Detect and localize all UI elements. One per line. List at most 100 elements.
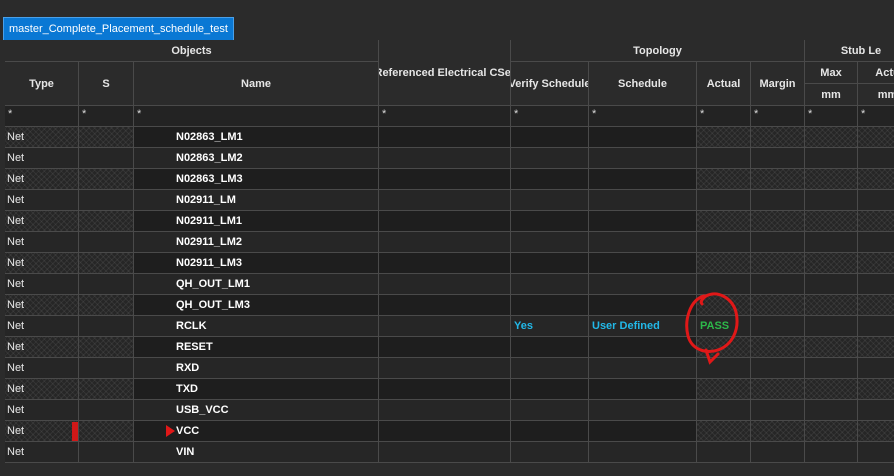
column-header-s[interactable]: S — [79, 62, 134, 106]
cell-actual[interactable] — [697, 400, 751, 421]
cell-s[interactable] — [79, 232, 134, 253]
cell-type[interactable]: Net — [5, 400, 79, 421]
cell-verify[interactable] — [511, 211, 589, 232]
cell-max[interactable] — [805, 442, 858, 463]
cell-margin[interactable] — [751, 190, 805, 211]
cell-actual[interactable] — [697, 148, 751, 169]
cell-verify[interactable] — [511, 274, 589, 295]
cell-s[interactable] — [79, 400, 134, 421]
cell-net-name[interactable]: RCLK — [134, 316, 379, 337]
cell-sched[interactable] — [589, 211, 697, 232]
cell-verify[interactable] — [511, 295, 589, 316]
cell-s[interactable] — [79, 379, 134, 400]
cell-schedule[interactable]: User Defined — [589, 316, 697, 337]
filter-cell-name[interactable]: * — [134, 106, 379, 127]
column-header-referenced-cset[interactable]: Referenced Electrical CSet — [379, 40, 511, 106]
cell-net-name[interactable]: RXD — [134, 358, 379, 379]
cell-sched[interactable] — [589, 421, 697, 442]
cell-verify[interactable] — [511, 400, 589, 421]
cell-s[interactable] — [79, 316, 134, 337]
cell-max[interactable] — [805, 148, 858, 169]
cell-verify[interactable] — [511, 442, 589, 463]
cell-margin[interactable] — [751, 421, 805, 442]
column-header-max[interactable]: Max — [805, 62, 858, 84]
cell-max[interactable] — [805, 295, 858, 316]
cell-sact[interactable] — [858, 421, 894, 442]
cell-s[interactable] — [79, 148, 134, 169]
cell-verify-schedule[interactable]: Yes — [511, 316, 589, 337]
cell-verify[interactable] — [511, 190, 589, 211]
cell-actual[interactable] — [697, 379, 751, 400]
cell-actual[interactable] — [697, 274, 751, 295]
filter-cell-margin[interactable]: * — [751, 106, 805, 127]
column-header-schedule[interactable]: Schedule — [589, 62, 697, 106]
cell-actual[interactable] — [697, 211, 751, 232]
column-header-name[interactable]: Name — [134, 62, 379, 106]
cell-sact[interactable] — [858, 316, 894, 337]
cell-type[interactable]: Net — [5, 232, 79, 253]
cell-sact[interactable] — [858, 190, 894, 211]
cell-s[interactable] — [79, 190, 134, 211]
cell-actual[interactable] — [697, 190, 751, 211]
cell-type[interactable]: Net — [5, 253, 79, 274]
cell-type[interactable]: Net — [5, 274, 79, 295]
cell-net-name[interactable]: N02911_LM2 — [134, 232, 379, 253]
cell-sched[interactable] — [589, 148, 697, 169]
filter-cell-s[interactable]: * — [79, 106, 134, 127]
cell-actual[interactable] — [697, 358, 751, 379]
cell-s[interactable] — [79, 253, 134, 274]
filter-cell-actual[interactable]: * — [697, 106, 751, 127]
cell-margin[interactable] — [751, 169, 805, 190]
cell-type[interactable]: Net — [5, 211, 79, 232]
cell-ref[interactable] — [379, 274, 511, 295]
cell-margin[interactable] — [751, 253, 805, 274]
cell-net-name[interactable]: QH_OUT_LM1 — [134, 274, 379, 295]
cell-sact[interactable] — [858, 442, 894, 463]
cell-actual[interactable]: PASS — [697, 316, 751, 337]
cell-type[interactable]: Net — [5, 295, 79, 316]
cell-sact[interactable] — [858, 253, 894, 274]
cell-verify[interactable] — [511, 127, 589, 148]
cell-sact[interactable] — [858, 127, 894, 148]
cell-margin[interactable] — [751, 127, 805, 148]
cell-actual[interactable] — [697, 337, 751, 358]
column-header-margin[interactable]: Margin — [751, 62, 805, 106]
filter-cell-type[interactable]: * — [5, 106, 79, 127]
cell-sched[interactable] — [589, 127, 697, 148]
cell-ref[interactable] — [379, 400, 511, 421]
cell-max[interactable] — [805, 169, 858, 190]
cell-actual[interactable] — [697, 253, 751, 274]
document-tab[interactable]: master_Complete_Placement_schedule_test — [3, 17, 234, 40]
cell-ref[interactable] — [379, 127, 511, 148]
cell-ref[interactable] — [379, 358, 511, 379]
cell-sact[interactable] — [858, 211, 894, 232]
cell-ref[interactable] — [379, 148, 511, 169]
cell-ref[interactable] — [379, 295, 511, 316]
filter-cell-ref[interactable]: * — [379, 106, 511, 127]
cell-s[interactable] — [79, 295, 134, 316]
cell-margin[interactable] — [751, 358, 805, 379]
cell-verify[interactable] — [511, 232, 589, 253]
cell-sact[interactable] — [858, 148, 894, 169]
cell-margin[interactable] — [751, 337, 805, 358]
filter-cell-sact[interactable]: * — [858, 106, 894, 127]
cell-s[interactable] — [79, 442, 134, 463]
cell-ref[interactable] — [379, 442, 511, 463]
cell-max[interactable] — [805, 337, 858, 358]
cell-verify[interactable] — [511, 337, 589, 358]
cell-s[interactable] — [79, 127, 134, 148]
cell-net-name[interactable]: QH_OUT_LM3 — [134, 295, 379, 316]
cell-s[interactable] — [79, 211, 134, 232]
cell-type[interactable]: Net — [5, 379, 79, 400]
cell-sched[interactable] — [589, 379, 697, 400]
cell-margin[interactable] — [751, 400, 805, 421]
cell-type[interactable]: Net — [5, 442, 79, 463]
cell-actual[interactable] — [697, 169, 751, 190]
cell-net-name[interactable]: RESET — [134, 337, 379, 358]
cell-margin[interactable] — [751, 379, 805, 400]
filter-cell-verify[interactable]: * — [511, 106, 589, 127]
cell-ref[interactable] — [379, 316, 511, 337]
cell-s[interactable] — [79, 169, 134, 190]
cell-margin[interactable] — [751, 316, 805, 337]
cell-verify[interactable] — [511, 253, 589, 274]
